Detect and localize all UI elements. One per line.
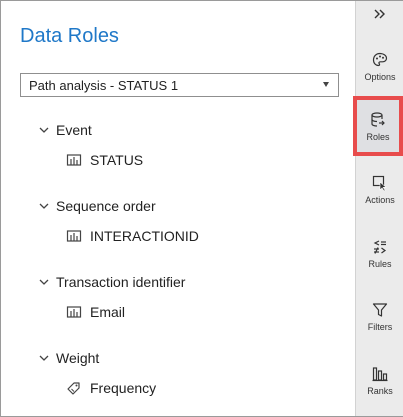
role-header[interactable]: Transaction identifier: [37, 273, 185, 291]
sidebar-item-filters[interactable]: Filters: [358, 291, 402, 341]
sidebar-item-label: Rules: [368, 258, 392, 269]
panel-title: Data Roles: [20, 25, 119, 47]
role-header[interactable]: Sequence order: [37, 197, 199, 215]
role-header[interactable]: Event: [37, 121, 143, 139]
sidebar-item-label: Filters: [367, 321, 393, 332]
tag-icon: [67, 382, 80, 395]
sidebar-item-label: Ranks: [367, 385, 393, 396]
role-group-transaction-identifier: Transaction identifier Email: [37, 273, 185, 321]
sidebar-item-options[interactable]: Options: [358, 41, 402, 91]
measure-bars-icon: [66, 154, 82, 166]
right-sidebar: Options Roles Actions Rules Filters Rank…: [353, 1, 403, 416]
role-name: Weight: [56, 350, 100, 366]
role-name: Sequence order: [56, 198, 156, 214]
role-item[interactable]: Email: [66, 303, 185, 321]
ranks-icon: [372, 366, 388, 381]
sidebar-item-label: Roles: [366, 131, 390, 142]
chevron-down-icon: [39, 203, 49, 209]
role-item-label: INTERACTIONID: [90, 228, 199, 244]
role-name: Event: [56, 122, 92, 138]
collapse-button[interactable]: [370, 6, 390, 22]
sidebar-item-label: Actions: [365, 194, 395, 205]
window-frame: Data Roles Path analysis - STATUS 1 Even…: [0, 0, 403, 417]
role-header[interactable]: Weight: [37, 349, 156, 367]
role-item-label: STATUS: [90, 152, 144, 168]
role-name: Transaction identifier: [56, 274, 186, 290]
sidebar-item-ranks[interactable]: Ranks: [358, 355, 402, 405]
role-item-label: Email: [90, 304, 126, 320]
role-item-label: Frequency: [90, 380, 157, 396]
funnel-icon: [372, 302, 388, 317]
role-item[interactable]: STATUS: [66, 151, 143, 169]
role-group-sequence-order: Sequence order INTERACTIONID: [37, 197, 199, 245]
cursor-icon: [372, 175, 387, 191]
palette-icon: [372, 52, 388, 66]
role-group-event: Event STATUS: [37, 121, 143, 169]
database-icon: [371, 111, 385, 127]
measure-bars-icon: [66, 230, 82, 242]
role-item[interactable]: INTERACTIONID: [66, 227, 199, 245]
sidebar-item-roles[interactable]: Roles: [353, 96, 403, 156]
role-group-weight: Weight Frequency: [37, 349, 156, 397]
object-select-value: Path analysis - STATUS 1: [29, 77, 179, 93]
chevron-down-icon: [39, 355, 49, 361]
rules-icon: [373, 239, 387, 254]
sidebar-item-label: Options: [364, 71, 396, 82]
data-roles-panel: Data Roles Path analysis - STATUS 1 Even…: [1, 1, 355, 416]
measure-bars-icon: [66, 306, 82, 318]
sidebar-item-actions[interactable]: Actions: [358, 164, 402, 214]
chevron-down-icon: [39, 127, 49, 133]
chevron-down-icon: [39, 279, 49, 285]
role-item[interactable]: Frequency: [66, 379, 156, 397]
sidebar-item-rules[interactable]: Rules: [358, 228, 402, 278]
dropdown-caret-icon: [323, 82, 329, 87]
object-select[interactable]: Path analysis - STATUS 1: [20, 73, 339, 97]
double-chevron-right-icon: [374, 9, 385, 19]
